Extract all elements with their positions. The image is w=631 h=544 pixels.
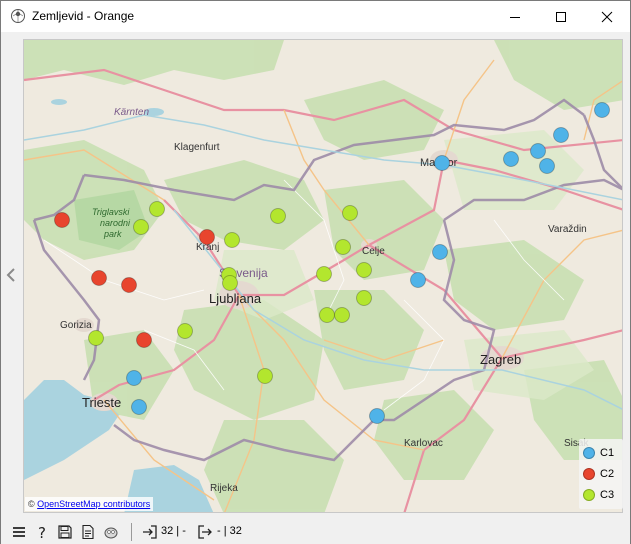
data-point-c1[interactable] (530, 143, 546, 159)
hamburger-icon[interactable] (11, 524, 27, 540)
data-point-c3[interactable] (270, 208, 286, 224)
data-point-c2[interactable] (136, 332, 152, 348)
city-label: Zagreb (480, 352, 521, 367)
park-label: park (103, 229, 122, 239)
legend-item-c2: C2 (583, 465, 614, 483)
data-point-c3[interactable] (177, 323, 193, 339)
park-label: narodni (100, 218, 131, 228)
city-label: Rijeka (210, 483, 238, 494)
title-bar: Zemljevid - Orange (1, 1, 630, 32)
data-point-c1[interactable] (594, 102, 610, 118)
data-point-c1[interactable] (410, 272, 426, 288)
legend-swatch (583, 489, 595, 501)
legend: C1 C2 C3 (579, 439, 623, 509)
city-label: Trieste (82, 395, 121, 410)
chevron-left-icon[interactable] (5, 267, 17, 283)
data-point-c3[interactable] (335, 239, 351, 255)
city-label: Celje (362, 246, 385, 257)
window-title: Zemljevid - Orange (32, 9, 135, 23)
data-point-c3[interactable] (342, 205, 358, 221)
data-point-c1[interactable] (539, 158, 555, 174)
data-point-c3[interactable] (133, 219, 149, 235)
data-point-c3[interactable] (356, 290, 372, 306)
minimize-icon (510, 16, 520, 18)
output-count: - | 32 (217, 525, 242, 537)
region-label: Kärnten (114, 107, 149, 118)
legend-item-c1: C1 (583, 444, 614, 462)
city-label: Karlovac (404, 438, 443, 449)
city-label: Ljubljana (209, 291, 262, 306)
data-point-c1[interactable] (126, 370, 142, 386)
city-label: Varaždin (548, 224, 587, 235)
maximize-button[interactable] (538, 1, 584, 32)
legend-label: C3 (600, 489, 615, 501)
park-label: Triglavski (92, 207, 130, 217)
legend-label: C2 (600, 468, 615, 480)
input-count: 32 | - (161, 525, 186, 537)
data-point-c3[interactable] (356, 262, 372, 278)
close-icon (601, 11, 613, 22)
legend-item-c3: C3 (583, 486, 614, 504)
data-point-c1[interactable] (434, 155, 450, 171)
data-point-c1[interactable] (131, 399, 147, 415)
data-point-c3[interactable] (319, 307, 335, 323)
data-point-c2[interactable] (91, 270, 107, 286)
map-view[interactable]: Kärnten Klagenfurt Triglavski narodni pa… (23, 39, 623, 513)
map-pin-icon (11, 9, 25, 23)
map-attribution: © OpenStreetMap contributors (25, 497, 154, 511)
data-point-c2[interactable] (199, 229, 215, 245)
data-point-c3[interactable] (224, 232, 240, 248)
lake (51, 99, 67, 105)
data-point-c3[interactable] (257, 368, 273, 384)
data-point-c3[interactable] (316, 266, 332, 282)
close-button[interactable] (584, 1, 630, 32)
help-icon[interactable]: ? (35, 524, 51, 540)
data-point-c1[interactable] (369, 408, 385, 424)
report-icon[interactable] (80, 524, 96, 540)
data-point-c3[interactable] (334, 307, 350, 323)
data-point-c2[interactable] (54, 212, 70, 228)
data-point-c2[interactable] (121, 277, 137, 293)
city-label: Gorizia (60, 320, 92, 331)
input-icon (143, 525, 157, 539)
data-point-c1[interactable] (553, 127, 569, 143)
attribution-link[interactable]: OpenStreetMap contributors (37, 499, 150, 509)
app-window: Zemljevid - Orange Kärnten Klagenfurt Tr… (0, 0, 631, 544)
output-icon (198, 525, 212, 539)
status-bar: ? 32 | - - | 32 (1, 519, 630, 544)
attribution-prefix: © (28, 499, 35, 509)
legend-label: C1 (600, 447, 615, 459)
status-separator (131, 523, 132, 541)
legend-swatch (583, 447, 595, 459)
data-point-c3[interactable] (88, 330, 104, 346)
visualize-icon[interactable] (103, 524, 119, 540)
data-point-c3[interactable] (222, 275, 238, 291)
data-point-c1[interactable] (432, 244, 448, 260)
data-point-c3[interactable] (149, 201, 165, 217)
legend-swatch (583, 468, 595, 480)
city-label: Klagenfurt (174, 142, 220, 153)
svg-text:?: ? (38, 524, 46, 540)
minimize-button[interactable] (492, 1, 538, 32)
map-canvas[interactable]: Kärnten Klagenfurt Triglavski narodni pa… (24, 40, 623, 513)
save-icon[interactable] (57, 524, 73, 540)
maximize-icon (556, 11, 566, 22)
data-point-c1[interactable] (503, 151, 519, 167)
